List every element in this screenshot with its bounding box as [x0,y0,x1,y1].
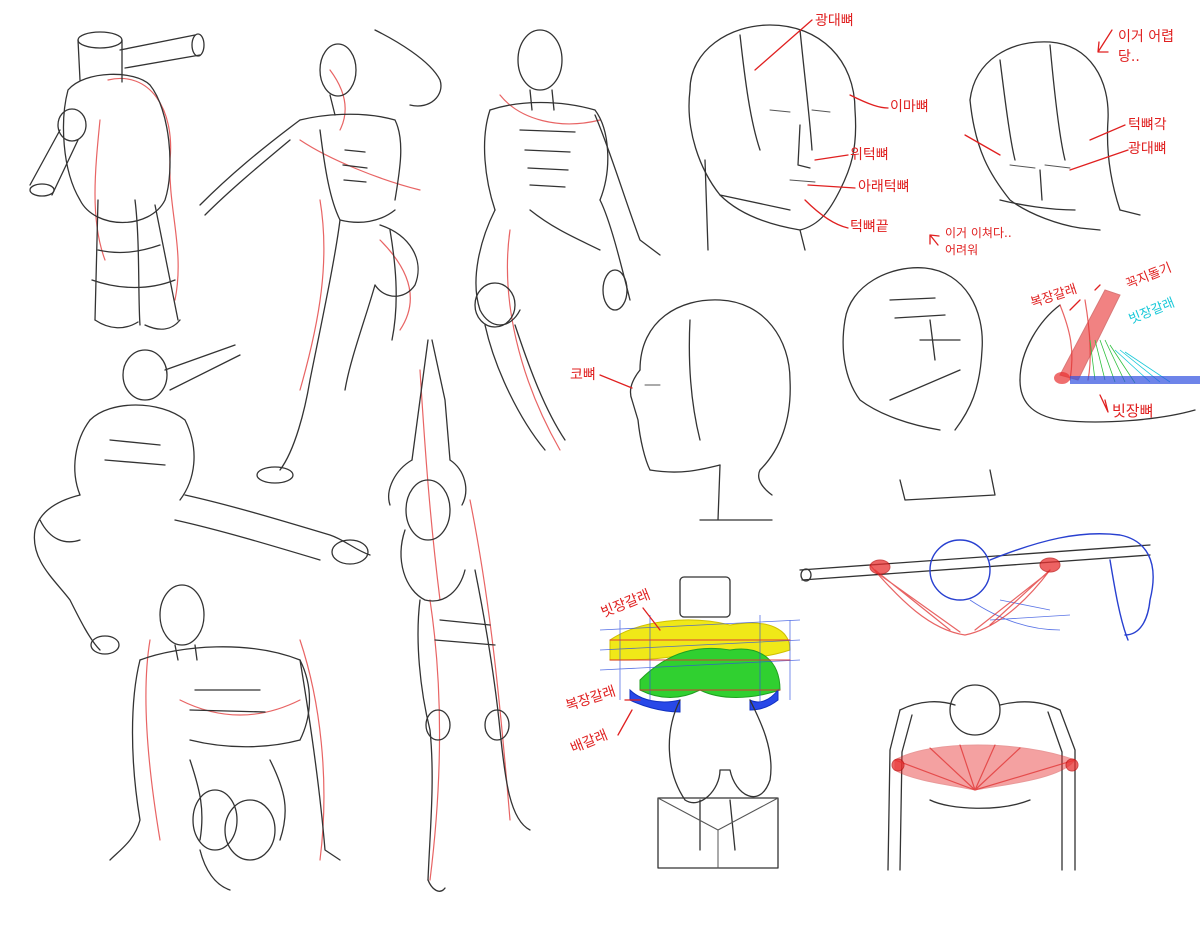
bench-lats-study [887,684,1079,871]
figure-kicking-mannequin [33,344,371,655]
label-forehead-bone: 이마뼈 [890,99,929,115]
figure-stretching-woman [388,339,531,892]
head-tilted-down [969,41,1141,231]
label-note-weird: 이거 이쳐다.. 어려워 [945,226,1012,257]
head-profile [629,299,791,521]
figure-crouching-man [109,584,341,891]
figure-torso-mannequin [29,31,205,330]
label-clavicle: 빗장뼈 [1112,402,1154,420]
label-jaw-angle: 턱뼈각 [1128,117,1167,133]
figure-sitting-man [474,29,661,451]
sketch-canvas: 광대뼈 이마뼈 위턱뼈 아래턱뼈 턱뼈끝 코뼈 이거 어렵당.. 턱뼈각 광대뼈… [0,0,1200,921]
label-cheekbone-2: 광대뼈 [1128,141,1167,157]
pull-up-lats-study [799,533,1154,641]
label-chin: 턱뼈끝 [850,219,889,235]
head-front-three-quarter [688,24,857,251]
label-upper-jaw: 위턱뼈 [850,147,889,163]
label-note-hard: 이거 어렵당.. [1118,29,1174,65]
sketch-drawing [29,19,1200,892]
label-cheekbone: 광대뼈 [815,13,854,29]
chest-pectoral-study [599,576,801,869]
label-lower-jaw: 아래턱뼈 [858,179,910,195]
figure-leaping-man [199,29,442,484]
label-nose-bone: 코뼈 [570,367,596,383]
head-looking-up [842,267,996,501]
